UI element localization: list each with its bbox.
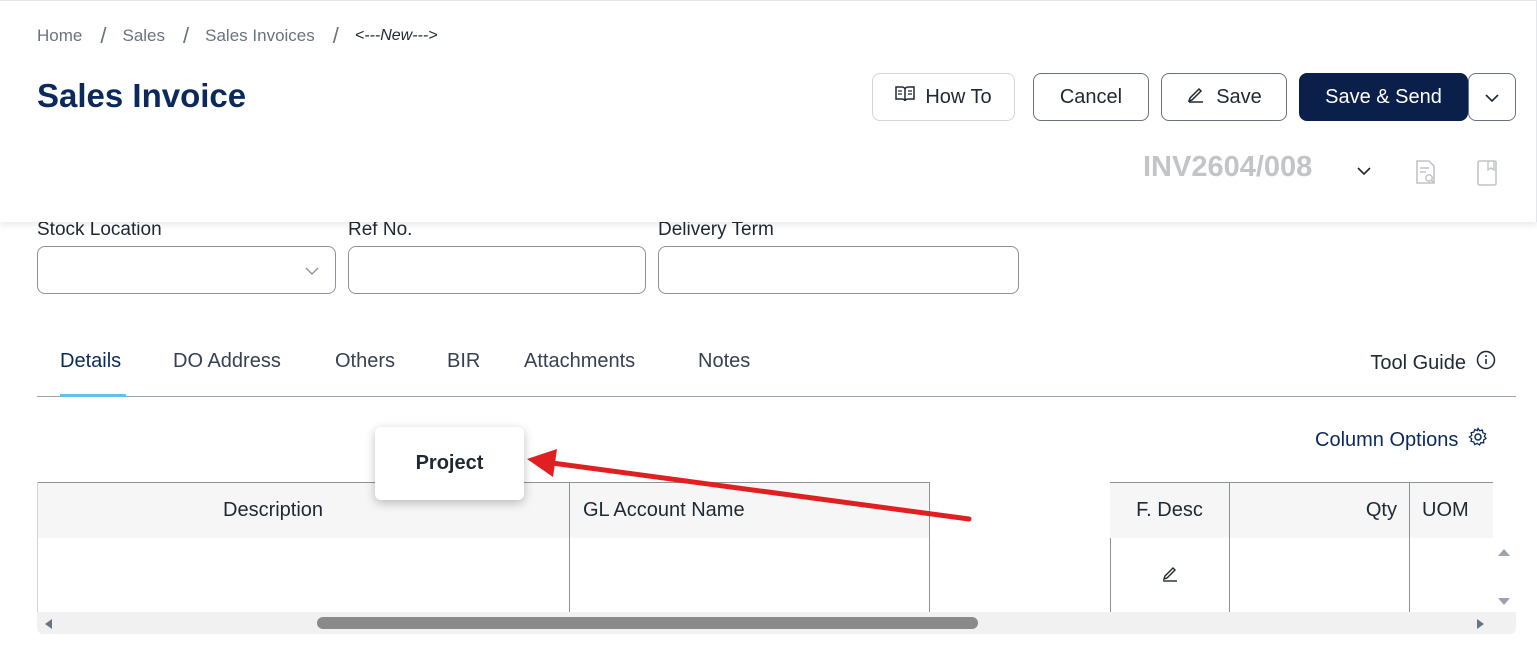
column-options-button[interactable]: Column Options bbox=[1315, 427, 1488, 453]
breadcrumb-separator: / bbox=[332, 23, 339, 48]
breadcrumb-separator: / bbox=[100, 23, 107, 48]
bookmark-icon[interactable] bbox=[1476, 159, 1498, 192]
breadcrumb-home[interactable]: Home bbox=[37, 26, 82, 46]
more-actions-button[interactable] bbox=[1468, 73, 1516, 121]
info-icon bbox=[1476, 350, 1496, 376]
stock-location-label: Stock Location bbox=[37, 219, 162, 240]
tab-others[interactable]: Others bbox=[335, 350, 395, 373]
how-to-button[interactable]: How To bbox=[872, 73, 1015, 121]
save-label: Save bbox=[1216, 85, 1262, 108]
stock-location-select[interactable] bbox=[37, 246, 336, 294]
tool-guide-button[interactable]: Tool Guide bbox=[1370, 350, 1496, 376]
chevron-down-icon bbox=[305, 263, 319, 281]
how-to-label: How To bbox=[925, 85, 992, 108]
tab-bir[interactable]: BIR bbox=[447, 350, 480, 373]
column-header-empty bbox=[930, 482, 1111, 612]
gear-icon bbox=[1468, 427, 1488, 453]
column-header-gl-account-name[interactable]: GL Account Name bbox=[570, 482, 930, 539]
qty-cell[interactable] bbox=[1230, 538, 1410, 612]
active-tab-indicator bbox=[60, 394, 126, 397]
description-cell[interactable] bbox=[210, 538, 570, 612]
save-button[interactable]: Save bbox=[1161, 73, 1287, 121]
project-column-tooltip: Project bbox=[375, 427, 524, 500]
scroll-right-icon[interactable] bbox=[1476, 617, 1486, 635]
column-header-f-desc[interactable]: F. Desc bbox=[1110, 482, 1230, 539]
horizontal-scrollbar[interactable] bbox=[37, 612, 1516, 634]
pencil-icon bbox=[1186, 84, 1206, 110]
scroll-left-icon[interactable] bbox=[43, 617, 53, 635]
f-desc-cell[interactable] bbox=[1110, 538, 1230, 612]
ref-no-label: Ref No. bbox=[348, 219, 413, 240]
chevron-down-icon[interactable] bbox=[1357, 163, 1371, 181]
chevron-down-icon bbox=[1485, 86, 1499, 109]
column-header-select bbox=[38, 482, 211, 539]
line-items-table: Description GL Account Name F. Desc Qty … bbox=[37, 482, 1493, 612]
document-search-icon[interactable] bbox=[1414, 159, 1438, 192]
column-options-label: Column Options bbox=[1315, 428, 1459, 451]
cancel-label: Cancel bbox=[1059, 85, 1123, 108]
tooltip-label: Project bbox=[415, 452, 484, 474]
column-header-uom[interactable]: UOM bbox=[1410, 482, 1493, 539]
tab-do-address[interactable]: DO Address bbox=[173, 350, 281, 373]
ref-no-field[interactable] bbox=[348, 246, 646, 294]
breadcrumb: Home / Sales / Sales Invoices / <---New-… bbox=[37, 23, 438, 49]
save-and-send-button[interactable]: Save & Send bbox=[1299, 73, 1468, 121]
breadcrumb-separator: / bbox=[183, 23, 190, 48]
table-cell[interactable] bbox=[38, 538, 211, 612]
invoice-number: INV2604/008 bbox=[1143, 151, 1313, 183]
save-and-send-label: Save & Send bbox=[1325, 85, 1442, 108]
tab-bar: Details DO Address Others BIR Attachment… bbox=[37, 340, 1516, 397]
tab-details[interactable]: Details bbox=[60, 350, 121, 373]
vertical-scrollbar[interactable] bbox=[1493, 482, 1516, 612]
breadcrumb-current: <---New---> bbox=[354, 27, 438, 44]
delivery-term-field[interactable] bbox=[658, 246, 1019, 294]
edit-icon[interactable] bbox=[1160, 563, 1180, 588]
tab-attachments[interactable]: Attachments bbox=[524, 350, 635, 373]
uom-cell[interactable] bbox=[1410, 538, 1493, 612]
book-icon bbox=[895, 85, 916, 109]
tab-notes[interactable]: Notes bbox=[698, 350, 750, 373]
column-header-qty[interactable]: Qty bbox=[1230, 482, 1410, 539]
page-header: Home / Sales / Sales Invoices / <---New-… bbox=[0, 0, 1537, 222]
scroll-up-icon[interactable] bbox=[1497, 544, 1511, 562]
scrollbar-thumb[interactable] bbox=[317, 617, 978, 629]
scroll-down-icon[interactable] bbox=[1497, 594, 1511, 612]
breadcrumb-sales-invoices[interactable]: Sales Invoices bbox=[205, 26, 315, 46]
tool-guide-label: Tool Guide bbox=[1370, 351, 1466, 374]
cancel-button[interactable]: Cancel bbox=[1033, 73, 1149, 121]
page-title: Sales Invoice bbox=[37, 77, 247, 114]
breadcrumb-sales[interactable]: Sales bbox=[122, 26, 165, 46]
gl-account-cell[interactable] bbox=[570, 538, 930, 612]
delivery-term-label: Delivery Term bbox=[658, 219, 774, 240]
